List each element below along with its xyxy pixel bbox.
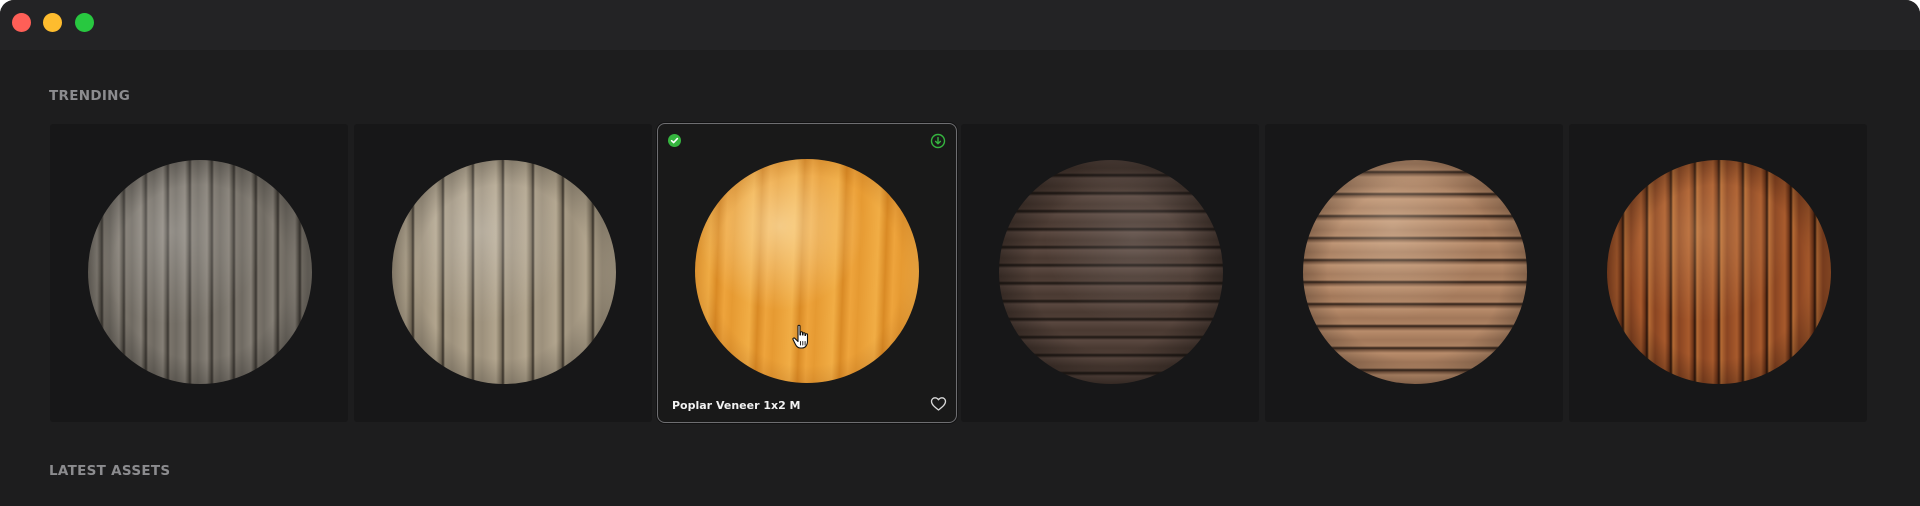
asset-card-1[interactable] (50, 124, 348, 422)
latest-assets-section-title: LATEST ASSETS (49, 463, 171, 479)
asset-card-6[interactable] (1569, 124, 1867, 422)
asset-name-label: Poplar Veneer 1x2 M (672, 399, 801, 412)
asset-card-2[interactable] (354, 124, 652, 422)
material-preview-sphere (1607, 160, 1831, 384)
close-window-button[interactable] (12, 13, 31, 32)
material-preview-sphere (88, 160, 312, 384)
heart-icon[interactable] (930, 396, 947, 412)
title-bar (0, 0, 1920, 50)
hand-cursor-icon (791, 324, 813, 350)
asset-card-3-hovered[interactable]: Poplar Veneer 1x2 M (657, 123, 957, 423)
check-circle-icon (668, 134, 681, 147)
asset-card-5[interactable] (1265, 124, 1563, 422)
maximize-window-button[interactable] (75, 13, 94, 32)
material-preview-sphere (1303, 160, 1527, 384)
download-icon[interactable] (930, 133, 946, 149)
asset-card-4[interactable] (961, 124, 1259, 422)
trending-section-title: TRENDING (49, 88, 131, 104)
material-preview-sphere (392, 160, 616, 384)
material-preview-sphere (999, 160, 1223, 384)
minimize-window-button[interactable] (43, 13, 62, 32)
app-window: TRENDING Poplar Veneer 1x2 M LATEST ASSE… (0, 0, 1920, 506)
